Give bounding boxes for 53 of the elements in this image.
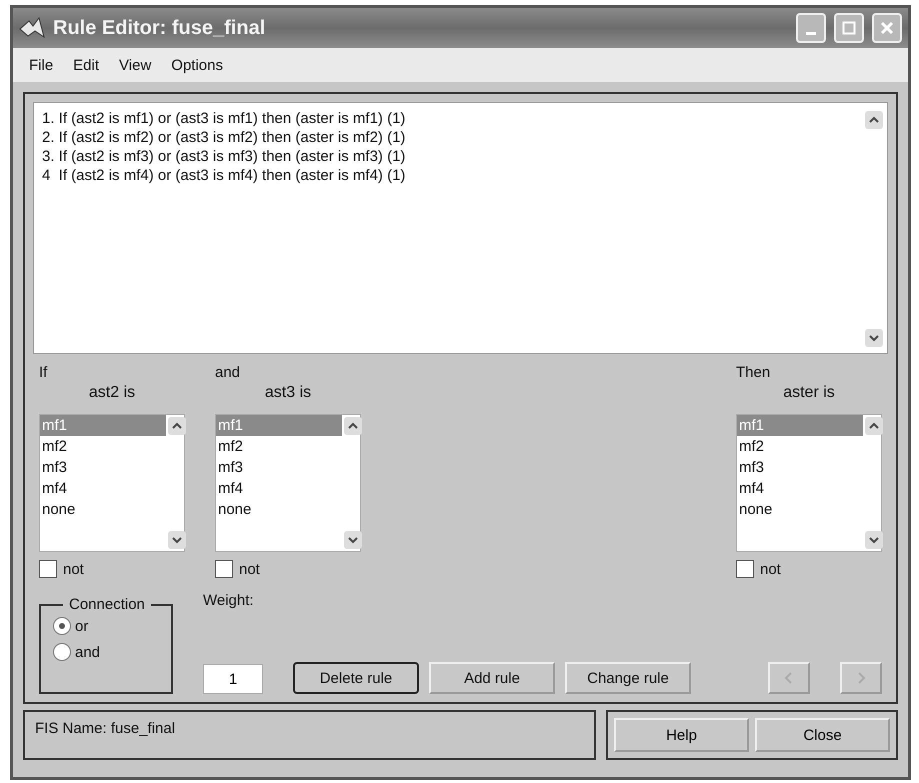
variable-label: aster is	[782, 384, 836, 403]
close-icon	[880, 21, 894, 35]
dialog-button[interactable]: Help	[614, 718, 749, 752]
weight-label: Weight:	[203, 592, 255, 609]
group-title: Connection	[68, 596, 146, 613]
connector-label: and	[215, 364, 242, 383]
radio-label: and	[75, 644, 100, 660]
radio-label: or	[75, 618, 88, 634]
list-item[interactable]: mf4	[216, 478, 342, 499]
list-item[interactable]: mf2	[216, 436, 342, 457]
minimize-icon	[806, 32, 816, 34]
membership-list[interactable]: mf1 mf2 mf3 mf4 none	[736, 414, 882, 552]
rule-button[interactable]: Delete rule	[293, 662, 419, 694]
maximize-icon	[842, 21, 856, 35]
radio-button[interactable]	[53, 617, 71, 635]
not-checkbox[interactable]	[39, 560, 57, 578]
rule-button[interactable]: Change rule	[565, 662, 691, 694]
menu-item[interactable]: View	[111, 56, 160, 74]
list-item[interactable]: none	[40, 499, 166, 520]
weight-field[interactable]: 1	[203, 664, 263, 694]
menu-item[interactable]: Edit	[65, 56, 108, 74]
list-item[interactable]: none	[737, 499, 863, 520]
list-item[interactable]: mf4	[40, 478, 166, 499]
menu-item[interactable]: Options	[163, 56, 231, 74]
radio-button[interactable]	[53, 643, 71, 661]
checkbox-label: not	[760, 560, 781, 578]
rule-text[interactable]: 2. If (ast2 is mf2) or (ast3 is mf2) then (aster is mf2) (1)	[42, 128, 406, 147]
dialog-button[interactable]: Close	[755, 718, 890, 752]
checkbox-label: not	[239, 560, 260, 578]
not-checkbox[interactable]	[736, 560, 754, 578]
list-item[interactable]: mf2	[40, 436, 166, 457]
list-item[interactable]: mf4	[737, 478, 863, 499]
rule-text[interactable]: 3. If (ast2 is mf3) or (ast3 is mf3) then (aster is mf3) (1)	[42, 147, 406, 166]
list-item[interactable]: mf3	[737, 457, 863, 478]
membership-list[interactable]: mf1 mf2 mf3 mf4 none	[39, 414, 185, 552]
rule-text[interactable]: 1. If (ast2 is mf1) or (ast3 is mf1) then (aster is mf1) (1)	[42, 109, 406, 128]
variable-label: ast3 is	[264, 384, 312, 403]
list-item[interactable]: none	[216, 499, 342, 520]
rule-text[interactable]: 4 If (ast2 is mf4) or (ast3 is mf4) then (aster is mf4) (1)	[42, 166, 406, 185]
window-title: Rule Editor: fuse_final	[53, 16, 266, 40]
variable-label: ast2 is	[88, 384, 136, 403]
list-item[interactable]: mf3	[216, 457, 342, 478]
checkbox-label: not	[63, 560, 84, 578]
app-logo-icon	[19, 17, 45, 39]
list-item[interactable]: mf2	[737, 436, 863, 457]
membership-list[interactable]: mf1 mf2 mf3 mf4 none	[215, 414, 361, 552]
rule-button[interactable]: Add rule	[429, 662, 555, 694]
status-text: FIS Name: fuse_final	[35, 720, 176, 737]
list-item[interactable]: mf3	[40, 457, 166, 478]
menu-item[interactable]: File	[21, 56, 62, 74]
not-checkbox[interactable]	[215, 560, 233, 578]
connector-label: If	[39, 364, 48, 383]
connector-label: Then	[736, 364, 772, 383]
